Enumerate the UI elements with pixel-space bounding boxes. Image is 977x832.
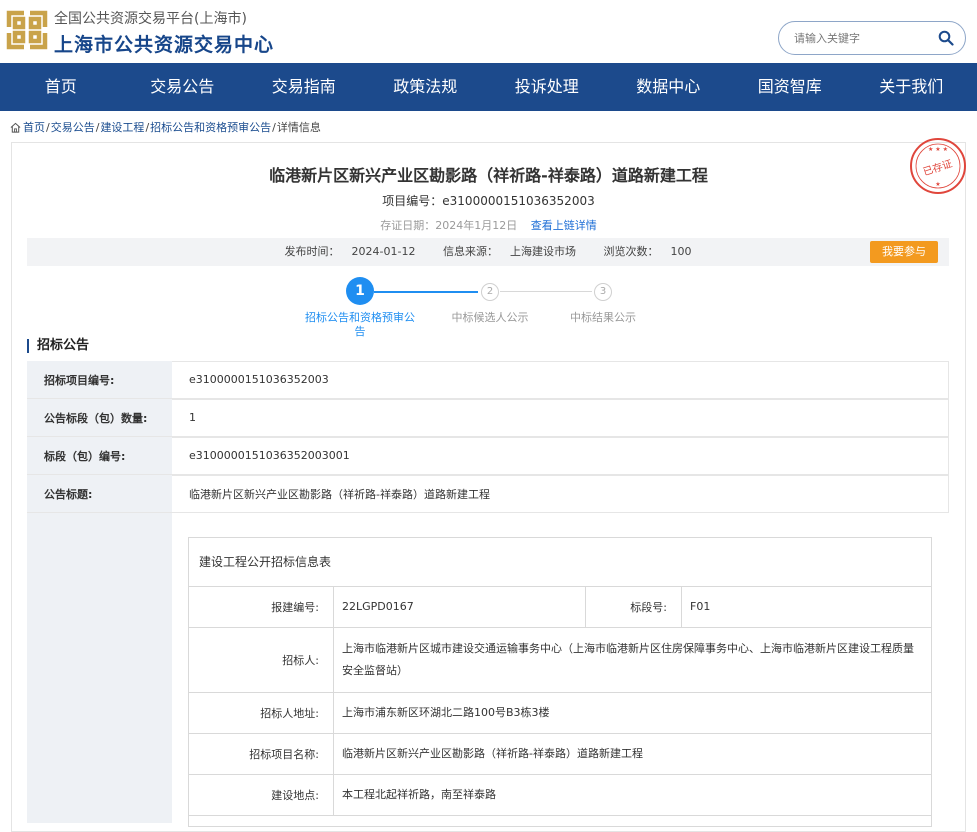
row-label: 公告标段（包）数量: xyxy=(27,399,172,436)
location-value: 本工程北起祥祈路，南至祥泰路 xyxy=(342,788,496,801)
step-3-circle: 3 xyxy=(594,283,612,301)
join-button[interactable]: 我要参与 xyxy=(870,241,938,263)
nav-item-home[interactable]: 首页 xyxy=(0,63,122,111)
row-value: e3100000151036352003 xyxy=(189,373,329,386)
row-label: 招标项目编号: xyxy=(27,361,172,398)
breadcrumb-construction[interactable]: 建设工程 xyxy=(100,119,144,135)
table-row: 公告标题: 临港新片区新兴产业区勘影路（祥祈路-祥泰路）道路新建工程 xyxy=(27,475,949,513)
search-box xyxy=(778,21,966,55)
report-no-value: 22LGPD0167 xyxy=(342,600,414,613)
nav-item-announcements[interactable]: 交易公告 xyxy=(122,63,244,111)
breadcrumb-current: 详情信息 xyxy=(276,121,321,134)
breadcrumb-home[interactable]: 首页 xyxy=(23,119,45,135)
home-icon xyxy=(10,122,21,133)
report-no-label: 报建编号: xyxy=(189,587,334,627)
deposit-stamp: ★ ★ ★ 已存证 ★ xyxy=(910,138,966,194)
nav-item-data-center[interactable]: 数据中心 xyxy=(608,63,730,111)
row-label: 公告标题: xyxy=(27,475,172,512)
step-1-label[interactable]: 招标公告和资格预审公告 xyxy=(302,311,418,339)
info-bar: 发布时间： 2024-01-12 信息来源： 上海建设市场 浏览次数： 100 我要参… xyxy=(27,238,949,266)
publish-time: 发布时间： 2024-01-12 xyxy=(284,245,416,258)
project-title: 临港新片区新兴产业区勘影路（祥祈路-祥泰路）道路新建工程 xyxy=(269,166,708,185)
section-no-label: 标段号: xyxy=(586,587,682,627)
label-column-extension xyxy=(27,513,172,823)
site-header: 全国公共资源交易平台(上海市) 上海市公共资源交易中心 xyxy=(0,0,977,63)
project-name-value: 临港新片区新兴产业区勘影路（祥祈路-祥泰路）道路新建工程 xyxy=(342,747,643,760)
deposit-date: 2024年1月12日 xyxy=(435,219,518,232)
info-source: 信息来源： 上海建设市场 xyxy=(442,245,576,258)
project-name-label: 招标项目名称: xyxy=(189,734,334,774)
deposit-line: 存证日期：2024年1月12日 查看上链详情 xyxy=(0,217,977,233)
view-count: 浏览次数： 100 xyxy=(603,245,692,258)
deposit-label: 存证日期： xyxy=(380,219,436,232)
site-title: 上海市公共资源交易中心 xyxy=(54,34,275,56)
breadcrumb: 首页 / 交易公告 / 建设工程 / 招标公告和资格预审公告 / 详情信息 xyxy=(10,119,321,135)
chain-detail-link[interactable]: 查看上链详情 xyxy=(531,219,597,232)
svg-text:★: ★ xyxy=(935,181,940,188)
site-logo-icon xyxy=(6,10,48,50)
nav-item-about[interactable]: 关于我们 xyxy=(851,63,973,111)
table-row: 招标项目名称: 临港新片区新兴产业区勘影路（祥祈路-祥泰路）道路新建工程 xyxy=(189,734,931,775)
search-icon[interactable] xyxy=(938,30,954,46)
breadcrumb-announcements[interactable]: 交易公告 xyxy=(51,119,95,135)
info-text: 发布时间： 2024-01-12 信息来源： 上海建设市场 浏览次数： 100 xyxy=(27,238,949,266)
table-row: 标段（包）编号: e3100000151036352003001 xyxy=(27,437,949,475)
step-2-circle: 2 xyxy=(481,283,499,301)
section-no-value: F01 xyxy=(690,600,711,613)
row-label: 标段（包）编号: xyxy=(27,437,172,474)
row-value: 1 xyxy=(189,411,196,424)
tenderer-label: 招标人: xyxy=(189,628,334,692)
table-row: 报建编号: 22LGPD0167 标段号: F01 xyxy=(189,587,931,628)
address-label: 招标人地址: xyxy=(189,693,334,733)
nav-item-think-tank[interactable]: 国资智库 xyxy=(729,63,851,111)
nav-item-policy[interactable]: 政策法规 xyxy=(365,63,487,111)
step-1-circle: 1 xyxy=(346,277,374,305)
nav-item-complaints[interactable]: 投诉处理 xyxy=(486,63,608,111)
step-line xyxy=(500,291,592,292)
tenderer-value: 上海市临港新片区城市建设交通运输事务中心（上海市临港新片区住房保障事务中心、上海… xyxy=(342,642,914,677)
project-code-label: 项目编号： xyxy=(382,194,443,208)
address-value: 上海市浦东新区环湖北二路100号B3栋3楼 xyxy=(342,706,550,719)
tender-info-caption: 建设工程公开招标信息表 xyxy=(189,538,931,587)
section-title: 招标公告 xyxy=(27,339,89,353)
row-value: 临港新片区新兴产业区勘影路（祥祈路-祥泰路）道路新建工程 xyxy=(189,487,490,501)
search-input[interactable] xyxy=(794,30,929,47)
nav-item-guide[interactable]: 交易指南 xyxy=(243,63,365,111)
stamp-text: 已存证 xyxy=(921,157,954,179)
project-code-value: e3100000151036352003 xyxy=(442,194,595,208)
breadcrumb-tender-notices[interactable]: 招标公告和资格预审公告 xyxy=(150,119,271,135)
location-label: 建设地点: xyxy=(189,775,334,815)
tender-info-table: 建设工程公开招标信息表 报建编号: 22LGPD0167 标段号: F01 招标… xyxy=(188,537,932,827)
table-row: 公告标段（包）数量: 1 xyxy=(27,399,949,437)
site-subtitle: 全国公共资源交易平台(上海市) xyxy=(54,11,247,27)
table-row: 招标项目编号: e3100000151036352003 xyxy=(27,361,949,399)
table-row: 建设地点: 本工程北起祥祈路，南至祥泰路 xyxy=(189,775,931,816)
main-nav: 首页 交易公告 交易指南 政策法规 投诉处理 数据中心 国资智库 关于我们 xyxy=(0,63,977,111)
step-progress-line xyxy=(374,291,478,293)
table-row: 招标人: 上海市临港新片区城市建设交通运输事务中心（上海市临港新片区住房保障事务… xyxy=(189,628,931,693)
row-value: e3100000151036352003001 xyxy=(189,449,350,462)
table-row: 招标人地址: 上海市浦东新区环湖北二路100号B3栋3楼 xyxy=(189,693,931,734)
svg-text:★ ★ ★: ★ ★ ★ xyxy=(928,146,948,153)
step-2-label[interactable]: 中标候选人公示 xyxy=(440,311,540,325)
step-3-label[interactable]: 中标结果公示 xyxy=(558,311,648,325)
project-code: 项目编号：e3100000151036352003 xyxy=(0,192,977,209)
